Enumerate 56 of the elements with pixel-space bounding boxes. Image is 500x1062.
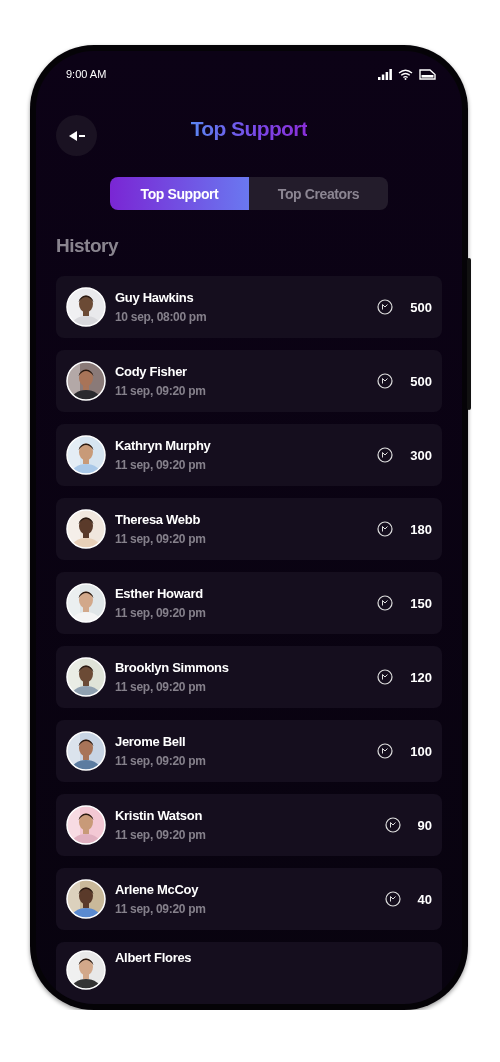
supporter-row[interactable]: Brooklyn Simmons 11 sep, 09:20 pm 120	[56, 646, 442, 708]
supporter-row[interactable]: Kathryn Murphy 11 sep, 09:20 pm 300	[56, 424, 442, 486]
supporter-name: Cody Fisher	[115, 364, 188, 379]
supporter-row[interactable]: Guy Hawkins 10 sep, 08:00 pm 500	[56, 276, 442, 338]
coin-icon	[377, 595, 394, 611]
battery-icon	[419, 68, 436, 80]
support-time: 11 sep, 09:20 pm	[115, 680, 207, 694]
supporter-row[interactable]: Cody Fisher 11 sep, 09:20 pm 500	[56, 350, 442, 412]
supporter-row[interactable]: Theresa Webb 11 sep, 09:20 pm 180	[56, 498, 442, 560]
supporter-row[interactable]: Jerome Bell 11 sep, 09:20 pm 100	[56, 720, 442, 782]
coin-icon	[377, 521, 394, 537]
supporter-name: Albert Flores	[115, 950, 193, 965]
coin-amount: 500	[410, 373, 432, 389]
supporter-name: Esther Howard	[115, 586, 204, 601]
coin-amount: 180	[410, 521, 432, 537]
coin-icon	[377, 669, 394, 685]
coin-amount: 100	[410, 743, 432, 759]
support-time: 10 sep, 08:00 pm	[115, 310, 208, 324]
coin-amount: 150	[410, 595, 432, 611]
tab[interactable]: Top Support	[110, 177, 249, 210]
coin-amount: 90	[417, 817, 432, 833]
support-time: 11 sep, 09:20 pm	[115, 828, 207, 842]
coin-icon	[377, 299, 394, 315]
coin-amount: 120	[410, 669, 432, 685]
support-time: 11 sep, 09:20 pm	[115, 606, 207, 620]
support-time: 11 sep, 09:20 pm	[115, 384, 207, 398]
coin-icon	[377, 447, 394, 463]
support-time: 11 sep, 09:20 pm	[115, 458, 207, 472]
supporter-row[interactable]: Albert Flores	[56, 942, 442, 1004]
coin-amount: 40	[417, 891, 432, 907]
coin-icon	[384, 817, 401, 833]
wifi-icon	[398, 68, 413, 80]
coin-amount: 500	[410, 299, 432, 315]
supporter-name: Arlene McCoy	[115, 882, 200, 897]
supporter-name: Jerome Bell	[115, 734, 187, 749]
signal-icon	[378, 68, 392, 80]
support-time: 11 sep, 09:20 pm	[115, 754, 207, 768]
supporter-row[interactable]: Kristin Watson 11 sep, 09:20 pm 90	[56, 794, 442, 856]
tab[interactable]: Top Creators	[249, 177, 388, 210]
support-time: 11 sep, 09:20 pm	[115, 532, 207, 546]
supporter-row[interactable]: Esther Howard 11 sep, 09:20 pm 150	[56, 572, 442, 634]
supporter-name: Kathryn Murphy	[115, 438, 212, 453]
supporter-name: Kristin Watson	[115, 808, 204, 823]
supporter-name: Guy Hawkins	[115, 290, 195, 305]
coin-icon	[377, 373, 394, 389]
supporter-name: Brooklyn Simmons	[115, 660, 230, 675]
support-time: 11 sep, 09:20 pm	[115, 902, 207, 916]
supporter-row[interactable]: Arlene McCoy 11 sep, 09:20 pm 40	[56, 868, 442, 930]
back-button[interactable]	[56, 115, 97, 156]
back-arrow-icon	[67, 129, 86, 142]
coin-icon	[377, 743, 394, 759]
status-time: 9:00 AM	[66, 68, 107, 80]
section-title: History	[56, 235, 120, 257]
coin-icon	[384, 891, 401, 907]
supporter-name: Theresa Webb	[115, 512, 202, 527]
coin-amount: 300	[410, 447, 432, 463]
